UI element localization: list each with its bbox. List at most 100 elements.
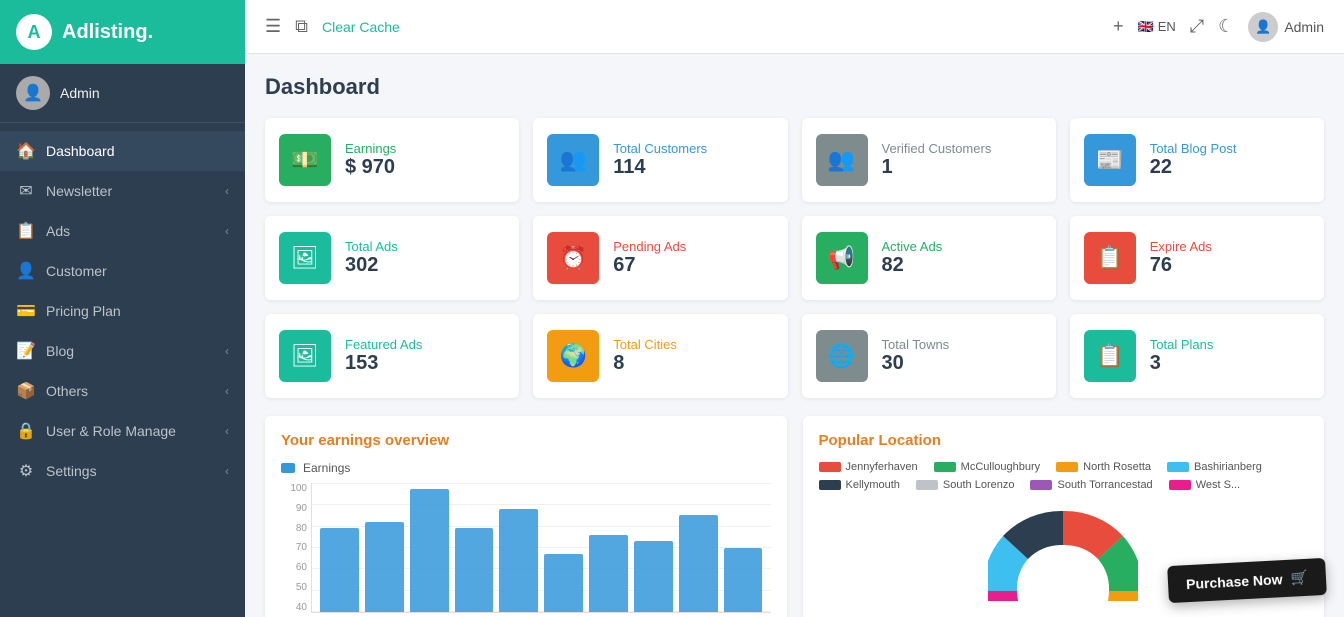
- legend-item: Jennyferhaven: [819, 461, 918, 473]
- external-link-button[interactable]: ⧉: [295, 16, 308, 37]
- earnings-panel: Your earnings overview Earnings 10090807…: [265, 416, 787, 617]
- admin-avatar: 👤: [1248, 12, 1278, 42]
- stat-info: Pending Ads 67: [613, 239, 686, 277]
- legend-text: Kellymouth: [846, 479, 900, 491]
- chart-bar: [589, 535, 628, 612]
- stat-value: 1: [882, 156, 992, 179]
- stat-card-5[interactable]: ⏰ Pending Ads 67: [533, 216, 787, 300]
- stat-card-1[interactable]: 👥 Total Customers 114: [533, 118, 787, 202]
- sidebar-item-others[interactable]: 📦 Others ‹: [0, 371, 245, 411]
- sidebar-item-pricing-plan[interactable]: 💳 Pricing Plan: [0, 291, 245, 331]
- stat-card-11[interactable]: 📋 Total Plans 3: [1070, 314, 1324, 398]
- stat-label: Verified Customers: [882, 141, 992, 156]
- lang-label: EN: [1158, 19, 1176, 34]
- sidebar-nav: 🏠 Dashboard ✉ Newsletter ‹ 📋 Ads ‹ 👤 Cus…: [0, 123, 245, 617]
- stat-info: Active Ads 82: [882, 239, 943, 277]
- stat-card-0[interactable]: 💵 Earnings $ 970: [265, 118, 519, 202]
- expand-button[interactable]: ⤢: [1190, 16, 1204, 37]
- language-button[interactable]: 🇬🇧 EN: [1138, 19, 1176, 35]
- add-button[interactable]: +: [1113, 16, 1124, 37]
- stat-value: 82: [882, 254, 943, 277]
- stat-label: Earnings: [345, 141, 396, 156]
- clear-cache-button[interactable]: Clear Cache: [322, 19, 400, 35]
- stat-info: Total Cities 8: [613, 337, 677, 375]
- sidebar-item-user-&-role-manage[interactable]: 🔒 User & Role Manage ‹: [0, 411, 245, 451]
- stat-label: Total Plans: [1150, 337, 1214, 352]
- stat-info: Total Plans 3: [1150, 337, 1214, 375]
- chart-wrapper: 100908070605040: [281, 483, 771, 613]
- sidebar-item-blog[interactable]: 📝 Blog ‹: [0, 331, 245, 371]
- sidebar-item-newsletter[interactable]: ✉ Newsletter ‹: [0, 171, 245, 211]
- stat-icon: 🌍: [547, 330, 599, 382]
- y-label: 60: [281, 562, 307, 573]
- chart-bar: [634, 541, 673, 612]
- y-label: 50: [281, 582, 307, 593]
- stat-icon: 👥: [547, 134, 599, 186]
- nav-icon: ✉: [16, 181, 36, 201]
- stat-card-10[interactable]: 🌐 Total Towns 30: [802, 314, 1056, 398]
- stat-icon: 💵: [279, 134, 331, 186]
- legend-box: [281, 463, 295, 473]
- legend-item: North Rosetta: [1056, 461, 1151, 473]
- legend-text: South Lorenzo: [943, 479, 1015, 491]
- sidebar-item-dashboard[interactable]: 🏠 Dashboard: [0, 131, 245, 171]
- stat-icon: 📰: [1084, 134, 1136, 186]
- stat-info: Earnings $ 970: [345, 141, 396, 179]
- sidebar-user: 👤 Admin: [0, 64, 245, 123]
- legend-text: Jennyferhaven: [846, 461, 918, 473]
- stat-info: Total Customers 114: [613, 141, 707, 179]
- stat-info: Verified Customers 1: [882, 141, 992, 179]
- legend-dot: [1167, 462, 1189, 472]
- y-label: 100: [281, 483, 307, 494]
- dark-mode-button[interactable]: ☾: [1218, 16, 1234, 37]
- nav-label: Dashboard: [46, 143, 115, 159]
- chart-legend: Earnings: [281, 461, 771, 475]
- nav-label: Customer: [46, 263, 107, 279]
- stat-card-8[interactable]: 🖼 Featured Ads 153: [265, 314, 519, 398]
- stat-card-6[interactable]: 📢 Active Ads 82: [802, 216, 1056, 300]
- stat-icon: 🖼: [279, 330, 331, 382]
- y-label: 40: [281, 602, 307, 613]
- flag-icon: 🇬🇧: [1138, 19, 1154, 35]
- stat-value: $ 970: [345, 156, 396, 179]
- stat-card-2[interactable]: 👥 Verified Customers 1: [802, 118, 1056, 202]
- page-title: Dashboard: [265, 74, 1324, 100]
- chevron-icon: ‹: [225, 344, 229, 358]
- chevron-icon: ‹: [225, 424, 229, 438]
- chart-bar: [410, 489, 449, 612]
- chart-bar: [724, 548, 763, 613]
- legend-item: Kellymouth: [819, 479, 900, 491]
- nav-label: User & Role Manage: [46, 423, 176, 439]
- legend-item: McCulloughbury: [934, 461, 1040, 473]
- bottom-panels: Your earnings overview Earnings 10090807…: [265, 416, 1324, 617]
- y-label: 70: [281, 542, 307, 553]
- stat-value: 67: [613, 254, 686, 277]
- sidebar-item-ads[interactable]: 📋 Ads ‹: [0, 211, 245, 251]
- stat-card-7[interactable]: 📋 Expire Ads 76: [1070, 216, 1324, 300]
- stat-card-9[interactable]: 🌍 Total Cities 8: [533, 314, 787, 398]
- legend-dot: [916, 480, 938, 490]
- legend-text: North Rosetta: [1083, 461, 1151, 473]
- nav-label: Pricing Plan: [46, 303, 121, 319]
- admin-menu-button[interactable]: 👤 Admin: [1248, 12, 1324, 42]
- legend-item: South Torrancestad: [1030, 479, 1152, 491]
- sidebar-item-customer[interactable]: 👤 Customer: [0, 251, 245, 291]
- chart-bar: [544, 554, 583, 612]
- stat-card-3[interactable]: 📰 Total Blog Post 22: [1070, 118, 1324, 202]
- chevron-icon: ‹: [225, 384, 229, 398]
- nav-label: Others: [46, 383, 88, 399]
- menu-toggle-button[interactable]: ☰: [265, 16, 281, 37]
- stat-label: Active Ads: [882, 239, 943, 254]
- admin-label: Admin: [1284, 19, 1324, 35]
- stat-value: 3: [1150, 352, 1214, 375]
- sidebar-item-settings[interactable]: ⚙ Settings ‹: [0, 451, 245, 491]
- chart-bar: [499, 509, 538, 612]
- brand-name: Adlisting.: [62, 21, 153, 44]
- stat-label: Featured Ads: [345, 337, 422, 352]
- stat-card-4[interactable]: 🖼 Total Ads 302: [265, 216, 519, 300]
- stat-info: Expire Ads 76: [1150, 239, 1212, 277]
- legend-dot: [819, 462, 841, 472]
- brand-icon: A: [16, 14, 52, 50]
- topbar-right: + 🇬🇧 EN ⤢ ☾ 👤 Admin: [1113, 12, 1324, 42]
- stats-grid: 💵 Earnings $ 970 👥 Total Customers 114 👥…: [265, 118, 1324, 398]
